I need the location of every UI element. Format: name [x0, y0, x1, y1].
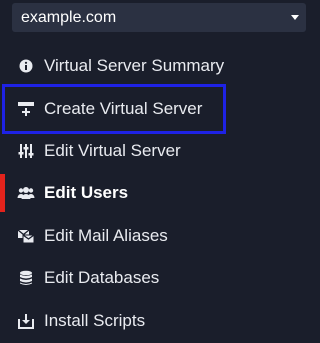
sidebar: example.com Virtual Server Summary Creat… — [0, 0, 320, 343]
menu-item-label: Install Scripts — [44, 311, 146, 330]
menu-item-label: Edit Users — [44, 183, 129, 202]
caret-down-icon[interactable] — [291, 15, 299, 20]
menu-item-label: Edit Databases — [44, 268, 160, 287]
selection-highlight — [2, 84, 226, 134]
menu-item-label: Virtual Server Summary — [44, 56, 225, 75]
menu-item-label: Edit Mail Aliases — [44, 226, 168, 245]
users-icon — [17, 184, 35, 202]
menu-item-edit-databases[interactable]: Edit Databases — [0, 259, 320, 297]
domain-select-value: example.com — [21, 8, 117, 26]
menu-item-virtual-server-summary[interactable]: Virtual Server Summary — [0, 47, 320, 85]
domain-select[interactable]: example.com — [12, 3, 306, 32]
mail-aliases-icon — [17, 227, 35, 245]
info-circle-icon — [17, 57, 35, 75]
menu-item-edit-mail-aliases[interactable]: Edit Mail Aliases — [0, 217, 320, 255]
sliders-icon — [17, 142, 35, 160]
database-icon — [17, 269, 35, 287]
menu-item-install-scripts[interactable]: Install Scripts — [0, 302, 320, 340]
menu-item-edit-users[interactable]: Edit Users — [0, 174, 320, 212]
install-icon — [17, 312, 35, 330]
menu-item-label: Edit Virtual Server — [44, 141, 181, 160]
menu-item-edit-virtual-server[interactable]: Edit Virtual Server — [0, 132, 320, 170]
